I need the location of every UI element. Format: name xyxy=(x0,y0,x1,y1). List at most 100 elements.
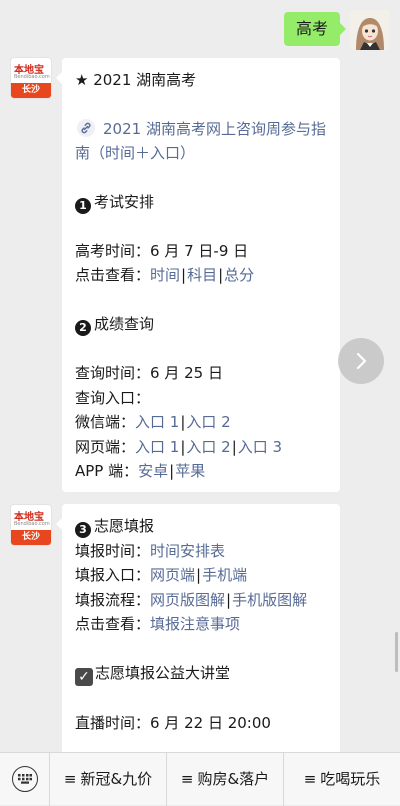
chevron-right-icon xyxy=(356,352,367,370)
notes-line: 点击查看：填报注意事项 xyxy=(75,612,327,637)
check-label: 点击查看： xyxy=(75,266,151,284)
separator: | xyxy=(180,437,186,456)
hamburger-icon: ≡ xyxy=(303,769,317,788)
menu-item-housing[interactable]: ≡ 购房&落户 xyxy=(167,752,284,806)
number-3-icon: 3 xyxy=(75,522,91,538)
fill-entry-line: 填报入口：网页端|手机端 xyxy=(75,563,327,588)
app-link-ios[interactable]: 苹果 xyxy=(175,462,205,480)
separator: | xyxy=(181,266,187,284)
link-chain-icon xyxy=(77,119,95,137)
fill-flow-label: 填报流程： xyxy=(75,590,151,609)
outgoing-message-row: 高考 xyxy=(283,10,390,50)
exam-time-label: 高考时间： xyxy=(75,241,151,260)
query-entry-label: 查询入口： xyxy=(75,388,151,407)
menu-item-label: 购房&落户 xyxy=(197,769,270,788)
bot-avatar[interactable]: 本地宝 Bendibao.com 长沙 xyxy=(10,57,52,99)
fill-time-label: 填报时间： xyxy=(75,541,151,560)
separator: | xyxy=(231,437,237,456)
fill-entry-web-link[interactable]: 网页端 xyxy=(150,566,195,584)
web-entry-line: 网页端：入口 1|入口 2|入口 3 xyxy=(75,435,327,460)
bot-avatar[interactable]: 本地宝 Bendibao.com 长沙 xyxy=(10,504,52,546)
separator: | xyxy=(196,566,202,584)
query-time-label: 查询时间： xyxy=(75,364,151,382)
separator: | xyxy=(180,413,186,431)
chat-area: 高考 本地宝 Bendibao.com 长沙 ★ 2021 湖南高考 2021 … xyxy=(0,0,400,752)
incoming-message-bubble: 3 志愿填报 填报时间：时间安排表 填报入口：网页端|手机端 填报流程：网页版图解… xyxy=(56,504,340,752)
fill-flow-web-link[interactable]: 网页版图解 xyxy=(150,591,225,609)
bot-city-label: 长沙 xyxy=(11,83,51,98)
scrollbar-thumb[interactable] xyxy=(395,632,398,672)
app-link-android[interactable]: 安卓 xyxy=(138,462,168,480)
live-time-label: 直播时间： xyxy=(75,713,151,732)
section-heading-exam: 1 考试安排 xyxy=(75,190,327,215)
check-label: 点击查看： xyxy=(75,615,151,633)
live-time-value: 6 月 22 日 20:00 xyxy=(150,713,271,732)
exam-time-value: 6 月 7 日-9 日 xyxy=(150,241,249,260)
next-article-button[interactable] xyxy=(338,338,384,384)
bottom-menu-bar: ≡ 新冠&九价 ≡ 购房&落户 ≡ 吃喝玩乐 xyxy=(0,752,400,806)
wechat-link-2[interactable]: 入口 2 xyxy=(186,413,230,431)
number-1-icon: 1 xyxy=(75,197,91,214)
checkbox-checked-icon: ✓ xyxy=(75,668,93,686)
query-time-line: 查询时间：6 月 25 日 xyxy=(75,361,327,386)
wechat-entry-line: 微信端：入口 1|入口 2 xyxy=(75,410,327,435)
user-avatar-illustration xyxy=(350,10,390,50)
fill-entry-mobile-link[interactable]: 手机端 xyxy=(202,566,247,584)
link-subjects[interactable]: 科目 xyxy=(187,266,217,284)
bot-city-label: 长沙 xyxy=(11,530,51,545)
lecture-heading: ✓ 志愿填报公益大讲堂 xyxy=(75,661,327,686)
wechat-link-1[interactable]: 入口 1 xyxy=(135,413,179,431)
link-total-score[interactable]: 总分 xyxy=(224,266,254,284)
outgoing-message-bubble[interactable]: 高考 xyxy=(283,12,347,46)
message-title: ★ 2021 湖南高考 xyxy=(75,71,197,89)
web-link-1[interactable]: 入口 1 xyxy=(135,438,179,456)
web-label: 网页端： xyxy=(75,437,136,456)
hamburger-icon: ≡ xyxy=(63,769,77,788)
bot-site-text: Bendibao.com xyxy=(14,74,50,80)
section-heading-application: 3 志愿填报 xyxy=(75,514,327,539)
separator: | xyxy=(218,266,224,284)
section-title: 考试安排 xyxy=(94,192,155,211)
section-title: 志愿填报 xyxy=(94,517,155,535)
fill-flow-line: 填报流程：网页版图解|手机版图解 xyxy=(75,588,327,613)
separator: | xyxy=(169,462,175,480)
article-link-line[interactable]: 2021 湖南高考网上咨询周参与指南（时间＋入口） xyxy=(75,117,327,165)
user-avatar[interactable] xyxy=(350,10,390,50)
section-title: 成绩查询 xyxy=(94,315,155,333)
query-time-value: 6 月 25 日 xyxy=(150,364,223,382)
notes-link[interactable]: 填报注意事项 xyxy=(150,615,240,633)
keyboard-icon xyxy=(11,766,38,792)
web-link-3[interactable]: 入口 3 xyxy=(238,438,282,456)
keyboard-keys-glyph xyxy=(17,774,32,784)
fill-entry-label: 填报入口： xyxy=(75,566,151,584)
web-link-2[interactable]: 入口 2 xyxy=(186,438,230,456)
menu-item-label: 新冠&九价 xyxy=(80,769,153,788)
lecture-title: 志愿填报公益大讲堂 xyxy=(95,664,231,682)
number-2-icon: 2 xyxy=(75,320,91,336)
fill-time-line: 填报时间：时间安排表 xyxy=(75,539,327,564)
app-label: APP 端： xyxy=(75,462,139,480)
wechat-label: 微信端： xyxy=(75,413,136,431)
article-link[interactable]: 2021 湖南高考网上咨询周参与指南（时间＋入口） xyxy=(75,120,326,162)
live-time-line: 直播时间：6 月 22 日 20:00 xyxy=(75,711,327,736)
menu-item-covid-hpv[interactable]: ≡ 新冠&九价 xyxy=(50,752,167,806)
keyboard-toggle-button[interactable] xyxy=(0,752,50,806)
bot-site-text: Bendibao.com xyxy=(14,521,50,527)
incoming-message-bubble: ★ 2021 湖南高考 2021 湖南高考网上咨询周参与指南（时间＋入口） 1考… xyxy=(56,58,340,492)
separator: | xyxy=(226,590,232,609)
fill-flow-mobile-link[interactable]: 手机版图解 xyxy=(232,591,307,609)
exam-time-line: 高考时间：6 月 7 日-9 日 xyxy=(75,239,327,264)
fill-time-link[interactable]: 时间安排表 xyxy=(150,542,225,560)
check-links-line: 点击查看：时间|科目|总分 xyxy=(75,263,327,288)
menu-item-label: 吃喝玩乐 xyxy=(320,769,381,788)
section-heading-scores: 2 成绩查询 xyxy=(75,312,327,337)
link-time[interactable]: 时间 xyxy=(150,266,180,284)
menu-item-food-fun[interactable]: ≡ 吃喝玩乐 xyxy=(284,753,400,806)
